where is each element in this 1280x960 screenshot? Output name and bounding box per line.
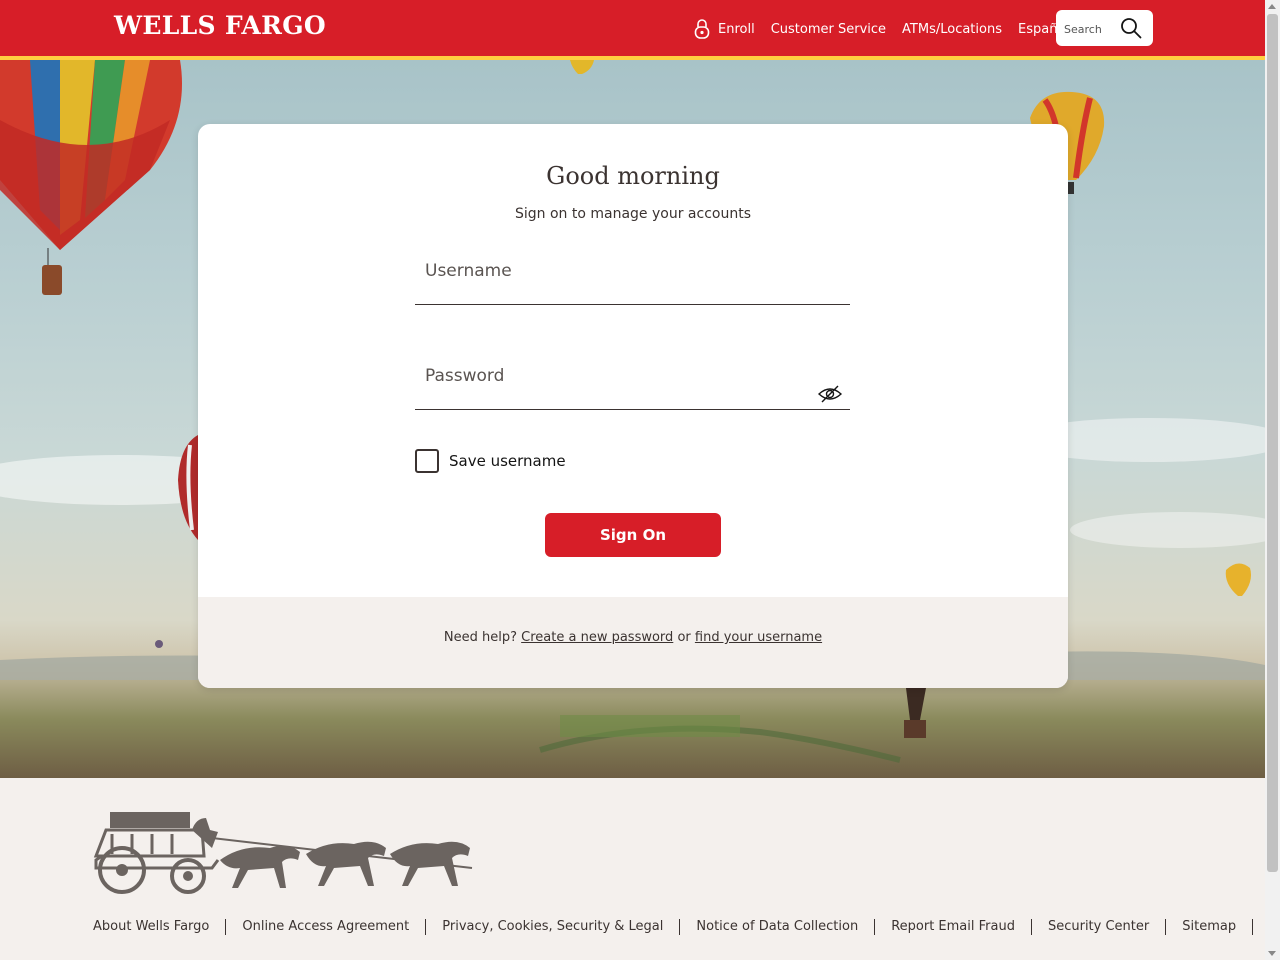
help-section: Need help? Create a new password or find… xyxy=(198,597,1068,688)
footer-link-report-email-fraud[interactable]: Report Email Fraud xyxy=(875,919,1032,935)
greeting-heading: Good morning xyxy=(546,162,720,190)
footer-link-about[interactable]: About Wells Fargo xyxy=(93,919,227,935)
password-field xyxy=(415,353,850,410)
footer-link-sitemap[interactable]: Sitemap xyxy=(1166,919,1254,935)
username-field xyxy=(415,248,850,305)
eye-hidden-icon[interactable] xyxy=(818,385,842,403)
footer-link-online-access-agreement[interactable]: Online Access Agreement xyxy=(226,919,427,935)
save-username-checkbox[interactable] xyxy=(415,449,439,473)
scroll-up-arrow-icon[interactable] xyxy=(1268,4,1276,9)
top-header: WELLS FARGO Enroll Customer Service ATMs… xyxy=(0,0,1265,60)
help-or: or xyxy=(677,630,691,645)
search-input[interactable] xyxy=(1062,19,1126,39)
scroll-thumb[interactable] xyxy=(1267,14,1278,872)
username-input[interactable] xyxy=(423,258,807,284)
password-input[interactable] xyxy=(423,363,807,389)
footer-links: About Wells Fargo Online Access Agreemen… xyxy=(93,919,1254,935)
lock-icon xyxy=(694,19,710,39)
top-nav: Enroll Customer Service ATMs/Locations E… xyxy=(694,19,1085,39)
help-prefix: Need help? xyxy=(443,630,518,645)
nav-enroll[interactable]: Enroll xyxy=(694,19,755,39)
sign-on-button[interactable]: Sign On xyxy=(545,513,721,557)
scroll-down-arrow-icon[interactable] xyxy=(1268,951,1276,956)
login-card: Good morning Sign on to manage your acco… xyxy=(198,124,1068,688)
nav-customer-service[interactable]: Customer Service xyxy=(771,22,886,37)
search-icon[interactable] xyxy=(1120,17,1142,39)
footer-link-security-center[interactable]: Security Center xyxy=(1032,919,1167,935)
nav-enroll-label: Enroll xyxy=(718,21,755,37)
save-username-label[interactable]: Save username xyxy=(449,452,566,470)
create-password-link[interactable]: Create a new password xyxy=(521,630,673,645)
stagecoach-icon xyxy=(93,812,473,894)
wells-fargo-logo[interactable]: WELLS FARGO xyxy=(114,11,326,40)
nav-atms-locations[interactable]: ATMs/Locations xyxy=(902,22,1002,37)
find-username-link[interactable]: find your username xyxy=(695,630,822,645)
search-box xyxy=(1056,10,1153,46)
login-subtitle: Sign on to manage your accounts xyxy=(515,206,751,222)
footer-link-notice-data-collection[interactable]: Notice of Data Collection xyxy=(680,919,876,935)
save-username-row: Save username xyxy=(415,449,566,473)
footer-link-privacy[interactable]: Privacy, Cookies, Security & Legal xyxy=(426,919,681,935)
page-scrollbar[interactable] xyxy=(1265,0,1280,960)
